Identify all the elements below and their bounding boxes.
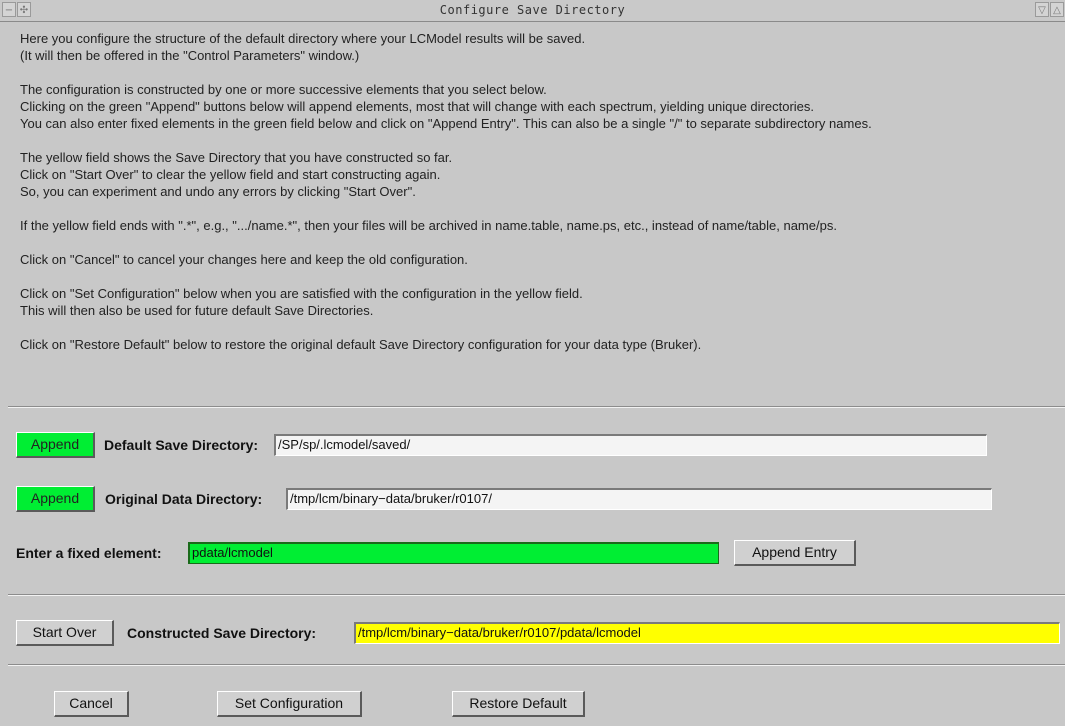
instruction-line: The yellow field shows the Save Director… [20,150,453,165]
cancel-button[interactable]: Cancel [54,691,129,717]
instruction-line: Click on "Set Configuration" below when … [20,286,583,301]
append-default-save-button[interactable]: Append [16,432,95,458]
instruction-line: Click on "Cancel" to cancel your changes… [20,252,468,267]
fixed-element-label: Enter a fixed element: [16,545,162,561]
minimize-icon[interactable]: ▽ [1035,2,1049,17]
append-original-data-button[interactable]: Append [16,486,95,512]
divider [8,406,1065,408]
divider [8,594,1065,596]
constructed-save-directory-field: /tmp/lcm/binary−data/bruker/r0107/pdata/… [354,622,1060,644]
default-save-directory-field[interactable]: /SP/sp/.lcmodel/saved/ [274,434,987,456]
set-configuration-button[interactable]: Set Configuration [217,691,362,717]
append-entry-button[interactable]: Append Entry [734,540,856,566]
instruction-line: Click on "Restore Default" below to rest… [20,337,702,352]
instruction-line: (It will then be offered in the "Control… [20,48,360,63]
divider [8,664,1065,666]
title-bar: − ✣ Configure Save Directory ▽ △ [0,0,1065,22]
restore-default-button[interactable]: Restore Default [452,691,585,717]
instruction-line: You can also enter fixed elements in the… [20,116,872,131]
instructions-text: Here you configure the structure of the … [20,30,1055,353]
maximize-icon[interactable]: △ [1050,2,1064,17]
instruction-line: This will then also be used for future d… [20,303,374,318]
instruction-line: The configuration is constructed by one … [20,82,547,97]
original-data-directory-field[interactable]: /tmp/lcm/binary−data/bruker/r0107/ [286,488,992,510]
original-data-directory-label: Original Data Directory: [105,491,263,507]
constructed-save-directory-label: Constructed Save Directory: [127,625,317,641]
start-over-button[interactable]: Start Over [16,620,114,646]
default-save-directory-label: Default Save Directory: [104,437,259,453]
instruction-line: So, you can experiment and undo any erro… [20,184,416,199]
fixed-element-input[interactable]: pdata/lcmodel [188,542,719,564]
instruction-line: Here you configure the structure of the … [20,31,586,46]
instruction-line: If the yellow field ends with ".*", e.g.… [20,218,837,233]
instruction-line: Click on "Start Over" to clear the yello… [20,167,441,182]
window-title: Configure Save Directory [439,3,626,17]
instruction-line: Clicking on the green "Append" buttons b… [20,99,815,114]
